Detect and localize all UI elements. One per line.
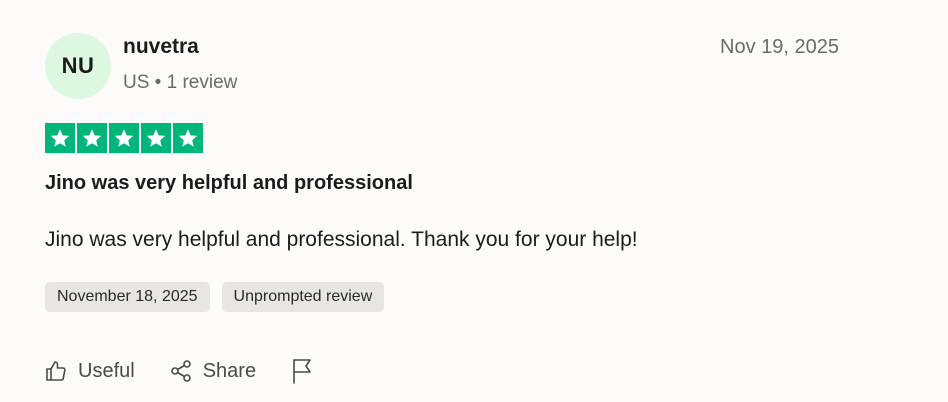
report-button[interactable] <box>290 358 314 384</box>
star-rating <box>45 123 203 153</box>
reviewer-name[interactable]: nuvetra <box>123 35 199 59</box>
avatar[interactable]: NU <box>45 33 111 99</box>
review-text: Jino was very helpful and professional. … <box>45 228 638 251</box>
review-card: NU nuvetra US • 1 review Nov 19, 2025 Ji… <box>0 0 948 402</box>
star-icon <box>173 123 203 153</box>
star-icon <box>77 123 107 153</box>
unprompted-review-badge[interactable]: Unprompted review <box>221 282 385 312</box>
experience-date-badge: November 18, 2025 <box>45 282 210 312</box>
star-icon <box>141 123 171 153</box>
review-tags: November 18, 2025 Unprompted review <box>45 282 385 312</box>
star-icon <box>45 123 75 153</box>
useful-label: Useful <box>78 359 135 382</box>
share-icon <box>170 360 191 382</box>
flag-icon <box>293 359 311 384</box>
star-icon <box>109 123 139 153</box>
thumbs-up-icon <box>46 361 66 381</box>
reviewer-meta: US • 1 review <box>123 72 238 93</box>
review-posted-date: Nov 19, 2025 <box>720 36 839 58</box>
review-actions: Useful Share <box>44 358 348 384</box>
review-title[interactable]: Jino was very helpful and professional <box>45 172 413 195</box>
useful-button[interactable]: Useful <box>44 359 135 383</box>
share-label: Share <box>202 359 257 382</box>
avatar-initials: NU <box>61 53 95 78</box>
share-button[interactable]: Share <box>169 359 256 383</box>
